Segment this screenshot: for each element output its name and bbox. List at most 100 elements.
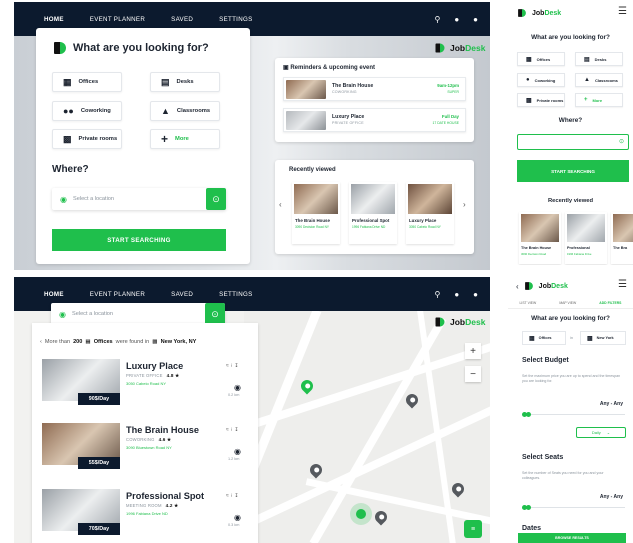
category-offices[interactable]: ▦ Offices <box>517 52 565 66</box>
nav-event-planner[interactable]: EVENT PLANNER <box>90 16 145 23</box>
plus-icon: + <box>161 132 169 146</box>
location-pin-icon: ◉ <box>234 383 241 392</box>
category-more[interactable]: + More <box>150 129 220 149</box>
crosshair-icon[interactable]: ⊙ <box>619 138 624 145</box>
location-input[interactable]: ◉ Select a location ⊙ <box>51 303 225 325</box>
nav-saved[interactable]: SAVED <box>171 291 193 298</box>
seats-description: Set the number of Seats you need for you… <box>522 471 604 480</box>
category-classrooms[interactable]: ▲ Classrooms <box>150 101 220 121</box>
seats-slider[interactable] <box>522 505 625 510</box>
city-icon: ▩ <box>152 339 158 345</box>
space-photo <box>613 214 633 242</box>
browse-results-button[interactable]: BROWSE RESULTS <box>518 533 626 543</box>
location-input[interactable]: ⊙ <box>517 134 629 150</box>
where-heading: Where? <box>558 117 583 124</box>
budget-value: Any - Any <box>599 401 623 407</box>
tab-add-filters[interactable]: ADD FILTERS <box>599 301 621 305</box>
filter-button[interactable]: ≡ <box>464 520 482 538</box>
room-icon: ▩ <box>63 133 72 144</box>
budget-description: Set the maximum price you are up to spen… <box>522 374 621 383</box>
brand-logo: Job Desk <box>523 280 568 292</box>
chevron-left-icon[interactable]: ‹ <box>279 200 282 209</box>
current-location-button[interactable]: ⊙ <box>206 188 226 210</box>
user-icon[interactable]: ● <box>473 290 478 299</box>
reminder-item[interactable]: The Brain House COWORKING 9am-12pm SUPER <box>283 77 466 101</box>
recent-item[interactable]: The Brain House 3090 Decision Road <box>519 212 561 264</box>
recent-item[interactable]: Professional 1996 Fabiana Drive <box>565 212 607 264</box>
current-location-button[interactable]: ⊙ <box>205 303 225 325</box>
zoom-out-button[interactable]: − <box>465 366 481 382</box>
result-card[interactable]: 70$/Day Professional Spot MEETING ROOM 4.… <box>42 489 252 543</box>
recently-viewed-title: Recently viewed <box>289 167 336 173</box>
zoom-in-button[interactable]: + <box>465 343 481 359</box>
brand-logo: Job Desk <box>516 7 561 19</box>
desktop-home-screen: HOME EVENT PLANNER SAVED SETTINGS ⚲ ● ● … <box>14 2 490 270</box>
nav-settings[interactable]: SETTINGS <box>219 291 252 298</box>
graduation-cap-icon: ▲ <box>584 77 590 83</box>
budget-slider[interactable] <box>522 412 625 417</box>
notification-icon[interactable]: ● <box>454 290 459 299</box>
location-pin-icon: ◉ <box>60 194 67 204</box>
category-private-rooms[interactable]: ▩ Private rooms <box>517 93 565 107</box>
space-photo <box>408 184 452 214</box>
category-desks[interactable]: ▤ Desks <box>150 72 220 92</box>
tab-list-view[interactable]: LIST VIEW <box>520 301 537 305</box>
location-pin-icon: ◉ <box>234 513 241 522</box>
slider-handle[interactable] <box>526 505 531 510</box>
search-icon[interactable]: ⚲ <box>434 15 440 24</box>
start-searching-button[interactable]: START SEARCHING <box>517 160 629 182</box>
category-more[interactable]: + More <box>575 93 623 107</box>
result-card[interactable]: 90$/Day Luxury Place PRIVATE OFFICE 4.8 ★… <box>42 359 252 419</box>
question-heading: What are you looking for? <box>54 42 209 54</box>
dates-title: Dates <box>522 525 542 532</box>
location-input[interactable]: ◉ Select a location ⊙ <box>52 188 226 210</box>
map-area[interactable] <box>244 311 490 543</box>
category-desks[interactable]: ▤ Desks <box>575 52 623 66</box>
nav-home[interactable]: HOME <box>44 16 64 23</box>
mobile-header: ‹ Job Desk ☰ <box>508 277 633 297</box>
notification-icon[interactable]: ● <box>454 15 459 24</box>
slider-handle[interactable] <box>526 412 531 417</box>
category-coworking[interactable]: ● Coworking <box>517 73 565 87</box>
back-chevron-icon[interactable]: ‹ <box>516 282 519 291</box>
recent-item[interactable]: Luxury Place 3050 Cabeio Road NY <box>406 182 454 244</box>
search-icon[interactable]: ⚲ <box>434 290 440 299</box>
amenity-icons: ≈⁝↧ <box>226 493 241 499</box>
nav-saved[interactable]: SAVED <box>171 16 193 23</box>
selected-city[interactable]: ▩ New York <box>580 331 626 345</box>
back-chevron-icon[interactable]: ‹ <box>40 339 42 345</box>
logo-icon <box>54 42 66 54</box>
crosshair-icon: ⊙ <box>212 193 220 204</box>
selected-category[interactable]: ▦ Offices <box>522 331 566 345</box>
nav-home[interactable]: HOME <box>44 291 64 298</box>
nav-settings[interactable]: SETTINGS <box>219 16 252 23</box>
results-list: ‹ More than 200 ▦ Offices were found in … <box>32 323 258 543</box>
start-searching-button[interactable]: START SEARCHING <box>52 229 226 251</box>
result-card[interactable]: 55$/Day The Brain House COWORKING 4.6 ★ 3… <box>42 423 252 483</box>
category-offices[interactable]: ▦ Offices <box>52 72 122 92</box>
space-photo <box>521 214 559 242</box>
seats-title: Select Seats <box>522 454 564 461</box>
tab-map-view[interactable]: MAP VIEW <box>559 301 576 305</box>
recently-viewed-title: Recently viewed <box>547 198 594 204</box>
menu-icon[interactable]: ☰ <box>618 6 627 17</box>
recent-item[interactable]: The Brain House 3090 Decision Road NY <box>292 182 340 244</box>
space-photo <box>286 111 326 130</box>
chevron-right-icon[interactable]: › <box>463 200 466 209</box>
in-label: in <box>570 336 573 340</box>
period-dropdown[interactable]: Daily ⌄ <box>576 427 626 438</box>
menu-icon[interactable]: ☰ <box>618 279 627 290</box>
location-pin-icon: ◉ <box>234 447 241 456</box>
recent-item[interactable]: The Bra <box>611 212 633 264</box>
reminder-item[interactable]: Luxury Place PRIVATE OFFICE Full Day 17 … <box>283 108 466 132</box>
user-icon[interactable]: ● <box>473 15 478 24</box>
mobile-filters-screen: ‹ Job Desk ☰ LIST VIEW MAP VIEW ADD FILTE… <box>508 277 633 543</box>
category-coworking[interactable]: ●● Coworking <box>52 101 122 121</box>
building-icon: ▦ <box>529 335 535 342</box>
building-icon: ▦ <box>85 339 91 345</box>
category-classrooms[interactable]: ▲ Classrooms <box>575 73 623 87</box>
category-private-rooms[interactable]: ▩ Private rooms <box>52 129 122 149</box>
nav-event-planner[interactable]: EVENT PLANNER <box>90 291 145 298</box>
recent-item[interactable]: Professional Spot 1996 Fabiana Drive ND <box>349 182 397 244</box>
current-location-dot <box>356 509 366 519</box>
